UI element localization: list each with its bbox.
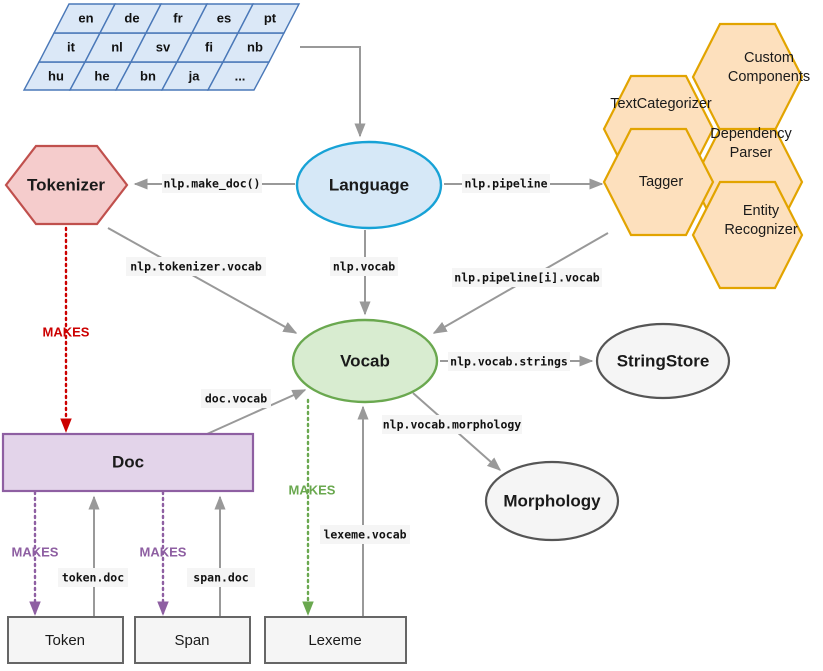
makes-label-doc-span: MAKES xyxy=(140,544,187,559)
svg-text:lexeme.vocab: lexeme.vocab xyxy=(323,528,406,542)
language-grid-cell: hu xyxy=(48,68,64,83)
node-language[interactable]: Language xyxy=(295,140,443,230)
svg-text:nlp.tokenizer.vocab: nlp.tokenizer.vocab xyxy=(130,260,262,274)
language-grid-cell: nl xyxy=(111,39,123,54)
edge-label-tokenizer-vocab: nlp.tokenizer.vocab xyxy=(126,257,266,276)
language-grid-row-3: hu he bn ja ... xyxy=(22,61,271,91)
node-language-label: Language xyxy=(329,175,409,194)
makes-label-doc-token: MAKES xyxy=(12,544,59,559)
edge-label-vocab-morphology: nlp.vocab.morphology xyxy=(382,415,522,434)
svg-text:token.doc: token.doc xyxy=(62,571,124,585)
node-token[interactable]: Token xyxy=(7,616,124,664)
edge-label-vocab-strings: nlp.vocab.strings xyxy=(448,352,570,371)
language-grid: hu he bn ja ... it nl sv fi nb en de fr … xyxy=(22,3,301,91)
edge-label-pipeline: nlp.pipeline xyxy=(462,174,550,193)
svg-text:nlp.vocab.morphology: nlp.vocab.morphology xyxy=(383,418,522,432)
edge-label-span-doc: span.doc xyxy=(187,568,255,587)
svg-text:MAKES: MAKES xyxy=(12,544,59,559)
svg-text:nlp.vocab.strings: nlp.vocab.strings xyxy=(450,355,568,369)
node-lexeme-label: Lexeme xyxy=(308,632,361,649)
svg-text:doc.vocab: doc.vocab xyxy=(205,392,267,406)
svg-text:nlp.pipeline: nlp.pipeline xyxy=(464,177,547,191)
node-morphology-label: Morphology xyxy=(503,491,601,510)
language-grid-cell: en xyxy=(78,10,93,25)
node-tokenizer-label: Tokenizer xyxy=(27,175,105,194)
diagram-canvas: hu he bn ja ... it nl sv fi nb en de fr … xyxy=(0,0,823,671)
node-span-label: Span xyxy=(174,632,209,649)
hexagon-dependency-parser-label-1: Dependency xyxy=(710,126,792,142)
svg-text:nlp.vocab: nlp.vocab xyxy=(333,260,395,274)
node-stringstore-label: StringStore xyxy=(617,351,710,370)
language-grid-cell: bn xyxy=(140,68,156,83)
edge-grid-to-language xyxy=(300,46,366,138)
svg-text:nlp.make_doc(): nlp.make_doc() xyxy=(164,177,261,192)
makes-label-vocab-lexeme: MAKES xyxy=(289,482,336,497)
node-lexeme[interactable]: Lexeme xyxy=(264,616,407,664)
edge-label-make-doc: nlp.make_doc() xyxy=(162,174,262,193)
svg-text:nlp.pipeline[i].vocab: nlp.pipeline[i].vocab xyxy=(454,271,599,285)
language-grid-cell: he xyxy=(94,68,109,83)
hexagon-tagger-label: Tagger xyxy=(639,174,684,190)
node-doc-label: Doc xyxy=(112,452,144,471)
edge-label-lexeme-vocab: lexeme.vocab xyxy=(320,525,410,544)
edge-tokenizer-to-vocab xyxy=(107,227,298,334)
svg-text:MAKES: MAKES xyxy=(43,324,90,339)
hexagon-dependency-parser-label-2: Parser xyxy=(730,145,773,161)
node-vocab-label: Vocab xyxy=(340,351,390,370)
makes-label-tokenizer-doc: MAKES xyxy=(43,324,90,339)
svg-text:MAKES: MAKES xyxy=(289,482,336,497)
node-span[interactable]: Span xyxy=(134,616,251,664)
language-grid-row-2: it nl sv fi nb xyxy=(37,32,286,63)
language-grid-cell: it xyxy=(67,39,76,54)
hexagon-custom-components-label-1: Custom xyxy=(744,50,794,66)
language-grid-cell: pt xyxy=(264,10,277,25)
language-grid-cell: ja xyxy=(188,68,201,83)
edge-label-pipeline-i-vocab: nlp.pipeline[i].vocab xyxy=(452,268,602,287)
svg-text:MAKES: MAKES xyxy=(140,544,187,559)
language-grid-cell: ... xyxy=(235,68,246,83)
node-stringstore[interactable]: StringStore xyxy=(595,322,731,400)
hexagon-textcategorizer-label: TextCategorizer xyxy=(610,96,712,112)
node-doc[interactable]: Doc xyxy=(1,432,255,493)
node-morphology[interactable]: Morphology xyxy=(484,460,620,542)
edge-label-nlp-vocab: nlp.vocab xyxy=(330,257,398,276)
hexagon-entity-recognizer-label-2: Recognizer xyxy=(724,222,798,238)
pipeline-hexagons: Custom Components TextCategorizer Depend… xyxy=(602,22,810,290)
architecture-diagram: hu he bn ja ... it nl sv fi nb en de fr … xyxy=(1,3,810,664)
language-grid-cell: fr xyxy=(173,10,182,25)
language-grid-cell: de xyxy=(124,10,139,25)
node-tokenizer[interactable]: Tokenizer xyxy=(4,144,129,226)
hexagon-custom-components-label-2: Components xyxy=(728,69,810,85)
svg-text:span.doc: span.doc xyxy=(193,571,248,585)
hexagon-entity-recognizer-label-1: Entity xyxy=(743,203,780,219)
language-grid-cell: nb xyxy=(247,39,263,54)
edge-label-doc-vocab: doc.vocab xyxy=(201,389,271,408)
language-grid-cell: es xyxy=(217,10,231,25)
node-token-label: Token xyxy=(45,632,85,649)
language-grid-cell: sv xyxy=(156,39,171,54)
node-vocab[interactable]: Vocab xyxy=(291,318,439,404)
language-grid-row-1: en de fr es pt xyxy=(52,3,301,34)
hexagon-custom-components[interactable]: Custom Components xyxy=(691,22,810,132)
edge-label-token-doc: token.doc xyxy=(58,568,128,587)
language-grid-cell: fi xyxy=(205,39,213,54)
